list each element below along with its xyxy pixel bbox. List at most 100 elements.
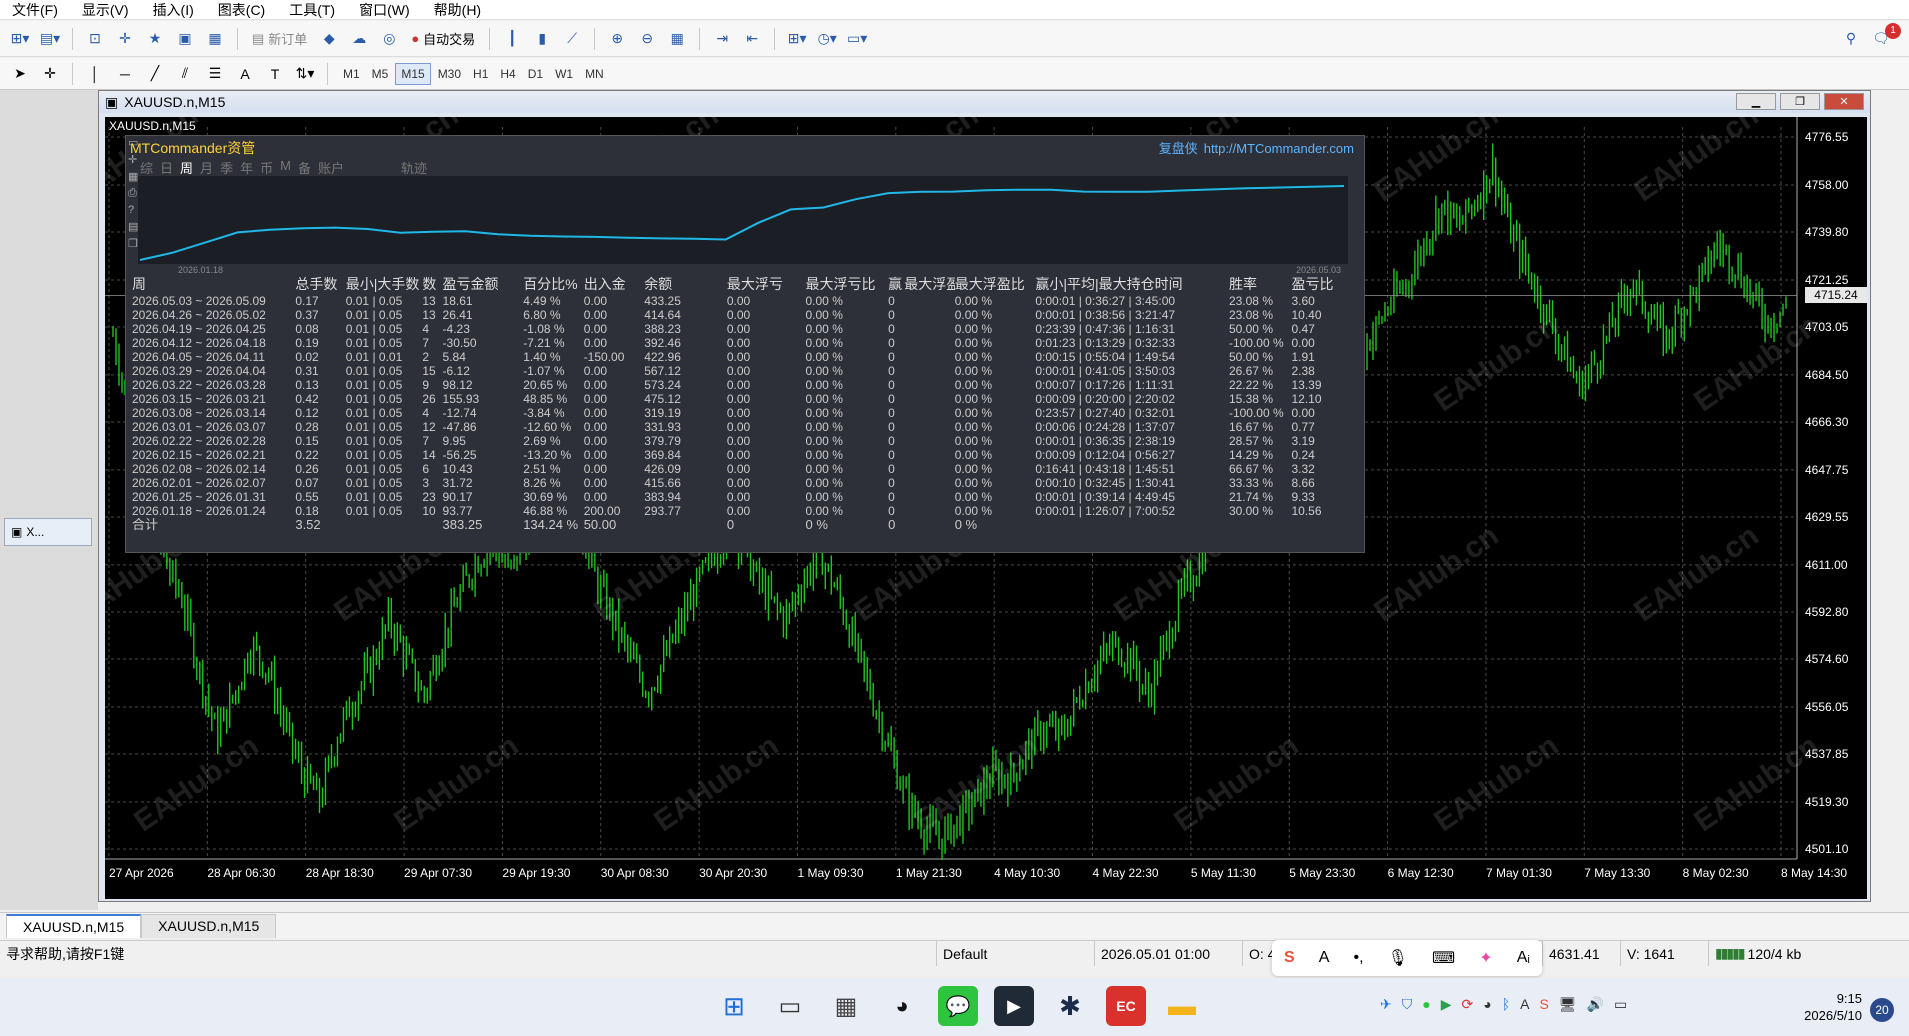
market-watch-icon[interactable]: ⊡: [83, 27, 107, 51]
start-icon[interactable]: ⊞: [714, 986, 754, 1026]
close-button[interactable]: ✕: [1824, 93, 1864, 110]
tray-sogou-icon[interactable]: S: [1539, 996, 1548, 1013]
mtc-tab[interactable]: 备: [298, 158, 311, 177]
table-row[interactable]: 2026.03.29 ~ 2026.04.04 0.31 0.01 | 0.05 15…: [132, 364, 1342, 378]
periods-icon[interactable]: ◷▾: [815, 27, 839, 51]
mtc-tab[interactable]: 周: [180, 158, 193, 177]
ec-app-icon[interactable]: EC: [1106, 986, 1146, 1026]
tray-sync-icon[interactable]: ⟳: [1461, 996, 1473, 1013]
navigator-icon[interactable]: ★: [143, 27, 167, 51]
new-order-button[interactable]: ▤ 新订单: [248, 27, 311, 51]
strategy-tester-icon[interactable]: ▦: [203, 27, 227, 51]
mtc-tab[interactable]: 月: [200, 158, 213, 177]
ime-keyboard-icon[interactable]: ⌨: [1432, 948, 1455, 968]
timeframe-h1[interactable]: H1: [468, 63, 493, 85]
folder-icon[interactable]: ▬: [1162, 986, 1202, 1026]
bar-chart-icon[interactable]: ┃: [500, 27, 524, 51]
fibonacci-icon[interactable]: ☰: [203, 62, 227, 86]
table-row[interactable]: 2026.03.15 ~ 2026.03.21 0.42 0.01 | 0.05 26…: [132, 392, 1342, 406]
label-icon[interactable]: T: [263, 62, 287, 86]
menu-item[interactable]: 文件(F): [0, 0, 70, 20]
timeframe-mn[interactable]: MN: [580, 63, 609, 85]
ime-mic-icon[interactable]: 🎙: [1388, 948, 1408, 968]
vps-icon[interactable]: ◎: [377, 27, 401, 51]
minimized-window-tab[interactable]: ▣ X...: [4, 518, 92, 546]
chart-tab[interactable]: XAUUSD.n,M15: [6, 914, 142, 938]
menu-item[interactable]: 工具(T): [277, 0, 347, 20]
ime-logo-icon[interactable]: S: [1284, 949, 1295, 967]
signals-icon[interactable]: ☁: [347, 27, 371, 51]
file-manager-icon[interactable]: ▭: [770, 986, 810, 1026]
timeframe-d1[interactable]: D1: [523, 63, 548, 85]
tray-security-icon[interactable]: ⛉: [1402, 996, 1413, 1013]
templates-icon[interactable]: ▭▾: [845, 27, 869, 51]
menu-item[interactable]: 窗口(W): [347, 0, 422, 20]
auto-trade-button[interactable]: ● 自动交易: [407, 27, 479, 51]
mtc-tab[interactable]: 币: [260, 158, 273, 177]
menu-item[interactable]: 图表(C): [206, 0, 277, 20]
notification-center-badge[interactable]: 20: [1870, 998, 1894, 1022]
text-icon[interactable]: A: [233, 62, 257, 86]
ime-skin-icon[interactable]: ✦: [1479, 948, 1492, 968]
tray-play-icon[interactable]: ▶: [1441, 996, 1452, 1013]
table-row[interactable]: 2026.03.08 ~ 2026.03.14 0.12 0.01 | 0.05 4-…: [132, 406, 1342, 420]
mtc-tab[interactable]: 日: [160, 158, 173, 177]
qq-icon[interactable]: ◕: [882, 986, 922, 1026]
channel-icon[interactable]: ⫽: [173, 62, 197, 86]
vertical-line-icon[interactable]: │: [83, 62, 107, 86]
menu-item[interactable]: 显示(V): [70, 0, 141, 20]
wechat-icon[interactable]: 💬: [938, 986, 978, 1026]
maximize-button[interactable]: ❐: [1780, 93, 1820, 110]
table-row[interactable]: 2026.04.05 ~ 2026.04.11 0.02 0.01 | 0.01 2 5…: [132, 350, 1342, 364]
mtc-tab[interactable]: 年: [240, 158, 253, 177]
tray-bluetooth-icon[interactable]: ᛒ: [1502, 996, 1510, 1013]
timeframe-w1[interactable]: W1: [550, 63, 578, 85]
zoom-out-icon[interactable]: ⊖: [635, 27, 659, 51]
mtc-tab[interactable]: 账户: [318, 158, 344, 177]
tray-app-icon[interactable]: ✈: [1380, 996, 1392, 1013]
timeframe-m1[interactable]: M1: [338, 63, 365, 85]
table-row[interactable]: 2026.01.18 ~ 2026.01.24 0.18 0.01 | 0.05 10…: [132, 504, 1342, 518]
table-row[interactable]: 2026.01.25 ~ 2026.01.31 0.55 0.01 | 0.05 23…: [132, 490, 1342, 504]
mtc-tab[interactable]: M: [280, 158, 291, 177]
profiles-icon[interactable]: ▤▾: [38, 27, 62, 51]
terminal-icon[interactable]: ▣: [173, 27, 197, 51]
tray-volume-icon[interactable]: 🔊: [1587, 996, 1604, 1013]
table-row[interactable]: 2026.02.01 ~ 2026.02.07 0.07 0.01 | 0.05 3 3…: [132, 476, 1342, 490]
chart-window-titlebar[interactable]: ▣ XAUUSD.n,M15 ▁ ❐ ✕: [99, 91, 1870, 113]
notification-icon[interactable]: 🗨 1: [1869, 22, 1901, 51]
search-icon[interactable]: ⚲: [1839, 27, 1863, 51]
tray-battery-icon[interactable]: ▭: [1614, 996, 1627, 1013]
table-row[interactable]: 2026.02.22 ~ 2026.02.28 0.15 0.01 | 0.05 7 9…: [132, 434, 1342, 448]
media-icon[interactable]: ▶: [994, 986, 1034, 1026]
mtc-tab[interactable]: 综: [140, 158, 153, 177]
data-window-icon[interactable]: ✛: [113, 27, 137, 51]
crosshair-icon[interactable]: ✛: [38, 62, 62, 86]
tile-windows-icon[interactable]: ▦: [665, 27, 689, 51]
auto-scroll-icon[interactable]: ⇥: [710, 27, 734, 51]
table-row[interactable]: 2026.04.12 ~ 2026.04.18 0.19 0.01 | 0.05 7-…: [132, 336, 1342, 350]
timeframe-h4[interactable]: H4: [495, 63, 520, 85]
trendline-icon[interactable]: ╱: [143, 62, 167, 86]
menu-item[interactable]: 帮助(H): [422, 0, 493, 20]
arrows-icon[interactable]: ⇅▾: [293, 62, 317, 86]
new-chart-icon[interactable]: ⊞▾: [8, 27, 32, 51]
price-chart[interactable]: 4776.55 4758.00 4739.80 4721.25 4703.05 4684.…: [105, 117, 1867, 899]
timeframe-m30[interactable]: M30: [433, 63, 466, 85]
table-row[interactable]: 2026.05.03 ~ 2026.05.09 0.17 0.01 | 0.05 13…: [132, 294, 1342, 308]
tray-ime-a-icon[interactable]: A: [1520, 996, 1529, 1013]
ime-punct-icon[interactable]: •,: [1354, 949, 1364, 967]
app-icon[interactable]: ✱: [1050, 986, 1090, 1026]
table-row[interactable]: 2026.04.19 ~ 2026.04.25 0.08 0.01 | 0.05 4-…: [132, 322, 1342, 336]
candlestick-icon[interactable]: ▮: [530, 27, 554, 51]
timeframe-m5[interactable]: M5: [367, 63, 394, 85]
zoom-in-icon[interactable]: ⊕: [605, 27, 629, 51]
mtc-tab[interactable]: 季: [220, 158, 233, 177]
ime-ai-icon[interactable]: Aᵢ: [1517, 949, 1530, 967]
ime-lang-icon[interactable]: A: [1319, 949, 1330, 967]
indicators-icon[interactable]: ⊞▾: [785, 27, 809, 51]
taskbar-clock[interactable]: 9:15 2026/5/10: [1790, 990, 1862, 1024]
table-row[interactable]: 2026.02.15 ~ 2026.02.21 0.22 0.01 | 0.05 14…: [132, 448, 1342, 462]
menu-item[interactable]: 插入(I): [141, 0, 206, 20]
tray-network-icon[interactable]: 🖥: [1559, 996, 1577, 1013]
